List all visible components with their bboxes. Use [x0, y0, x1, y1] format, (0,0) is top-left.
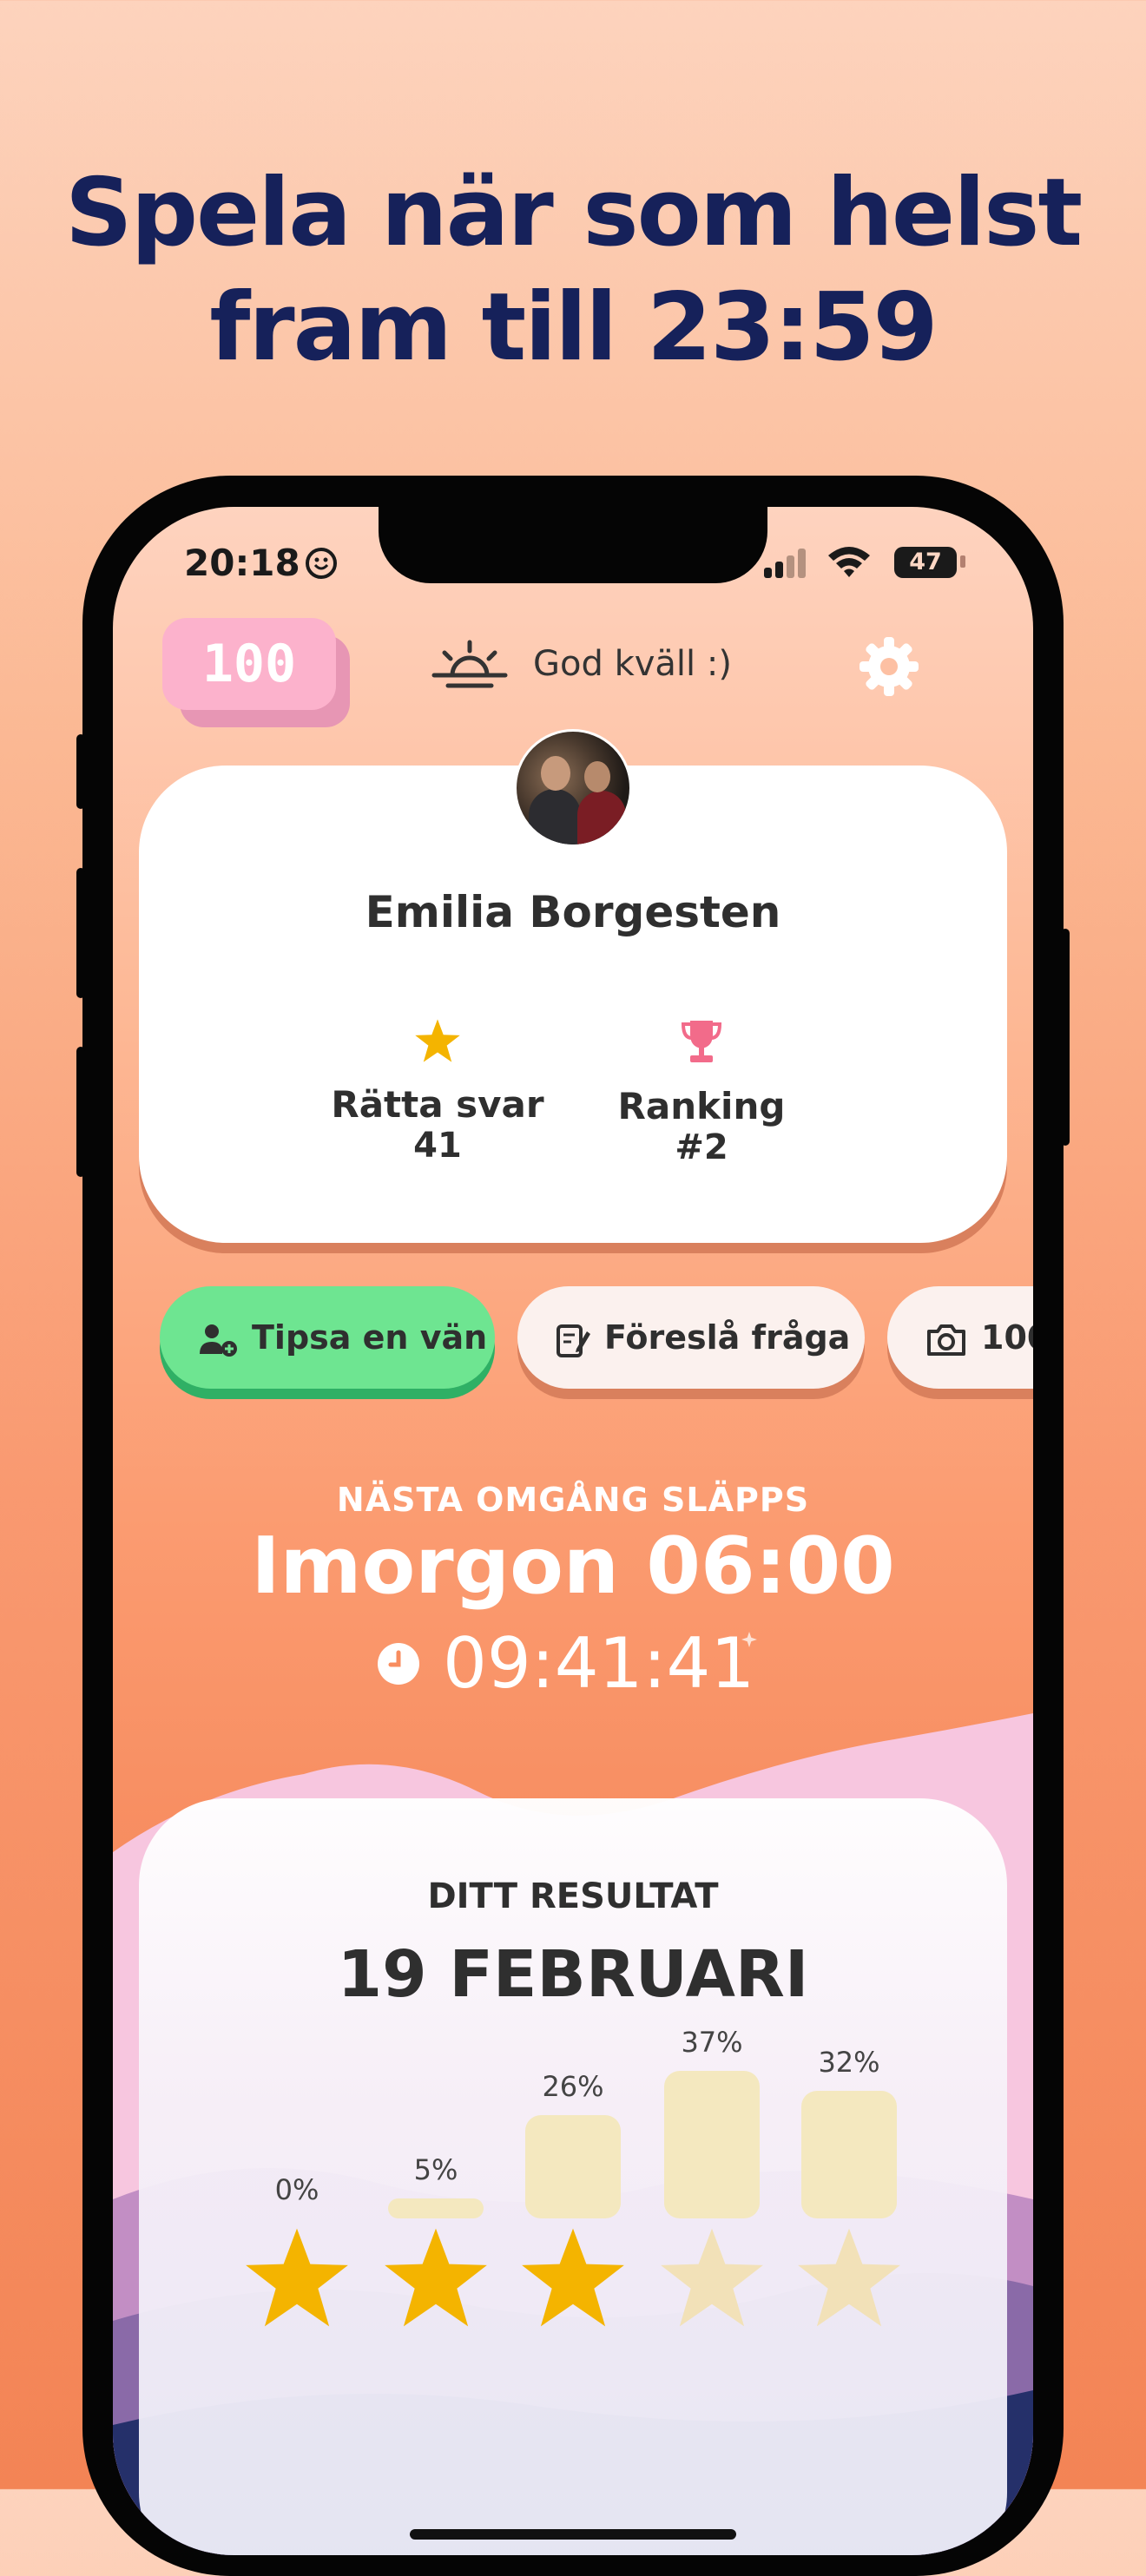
distribution-bar	[525, 2115, 621, 2218]
stat-correct-answers: Rätta svar 41	[316, 1017, 559, 1166]
invite-friend-button[interactable]: Tipsa en vän	[160, 1286, 495, 1389]
edit-note-icon	[557, 1324, 590, 1357]
status-time: 20:18	[184, 542, 337, 584]
invite-friend-label: Tipsa en vän	[252, 1318, 488, 1357]
distribution-percent: 37%	[681, 2026, 743, 2059]
phone-volume-down	[76, 1047, 85, 1177]
stat-value: #2	[675, 1127, 728, 1167]
rating-star-icon	[661, 2228, 763, 2327]
photo-button[interactable]: 100	[887, 1286, 1033, 1389]
next-round-label: NÄSTA OMGÅNG SLÄPPS	[336, 1481, 810, 1519]
photo-label: 100	[981, 1318, 1033, 1357]
distribution-percent: 5%	[413, 2153, 458, 2186]
rating-star-icon	[798, 2228, 900, 2327]
suggest-question-button[interactable]: Föreslå fråga	[517, 1286, 865, 1389]
stat-ranking: Ranking #2	[580, 1017, 823, 1167]
next-round-time: Imorgon 06:00	[251, 1521, 895, 1612]
headline-line-1: Spela när som helst	[64, 159, 1083, 267]
clock-icon	[378, 1643, 419, 1685]
result-date: 19 FEBRUARI	[337, 1937, 809, 2012]
battery-tip	[960, 555, 965, 568]
sparkle-icon	[741, 1632, 757, 1647]
rating-star-icon	[246, 2228, 348, 2327]
stat-value: 41	[413, 1126, 462, 1166]
gear-icon[interactable]	[856, 634, 922, 700]
greeting-text: God kväll :)	[533, 644, 732, 684]
distribution-percent: 26%	[542, 2070, 604, 2103]
rating-star-icon	[385, 2228, 487, 2327]
distribution-percent: 32%	[818, 2046, 880, 2079]
notch	[379, 507, 767, 583]
status-icons: 47	[764, 543, 972, 582]
distribution-percent: 0%	[274, 2173, 319, 2206]
distribution-bar	[801, 2091, 897, 2218]
countdown-timer: 09:41:41	[443, 1623, 755, 1704]
home-indicator[interactable]	[410, 2529, 736, 2540]
avatar[interactable]	[514, 729, 632, 847]
phone-mute-switch	[76, 734, 85, 809]
profile-name: Emilia Borgesten	[365, 887, 781, 937]
headline-line-2: fram till 23:59	[209, 273, 938, 382]
phone-power-button	[1061, 929, 1070, 1146]
signal-icon	[764, 547, 807, 578]
trophy-icon	[681, 1021, 722, 1062]
headline: Spela när som helst fram till 23:59	[0, 156, 1146, 385]
phone-volume-up	[76, 868, 85, 998]
focus-smiley-icon	[305, 548, 337, 579]
sunset-icon	[431, 640, 508, 688]
battery-indicator: 47	[894, 547, 957, 578]
result-title: DITT RESULTAT	[427, 1876, 719, 1916]
camera-icon	[927, 1324, 965, 1356]
wifi-icon	[828, 547, 870, 577]
distribution-bar	[388, 2198, 484, 2218]
distribution-bar	[664, 2071, 760, 2218]
score-value: 100	[162, 618, 336, 710]
result-card: DITT RESULTAT 19 FEBRUARI 0% 5% 26% 37% 32%	[139, 1798, 1007, 2555]
stat-label: Rätta svar	[331, 1083, 544, 1126]
add-person-icon	[200, 1324, 237, 1357]
score-badge[interactable]: 100	[162, 618, 353, 731]
suggest-question-label: Föreslå fråga	[604, 1318, 851, 1357]
star-icon	[415, 1019, 460, 1062]
stat-label: Ranking	[617, 1085, 786, 1127]
app-screen: 20:18 47 100 God kväll :) Emilia Borgest…	[113, 507, 1033, 2555]
rating-star-icon	[522, 2228, 624, 2327]
